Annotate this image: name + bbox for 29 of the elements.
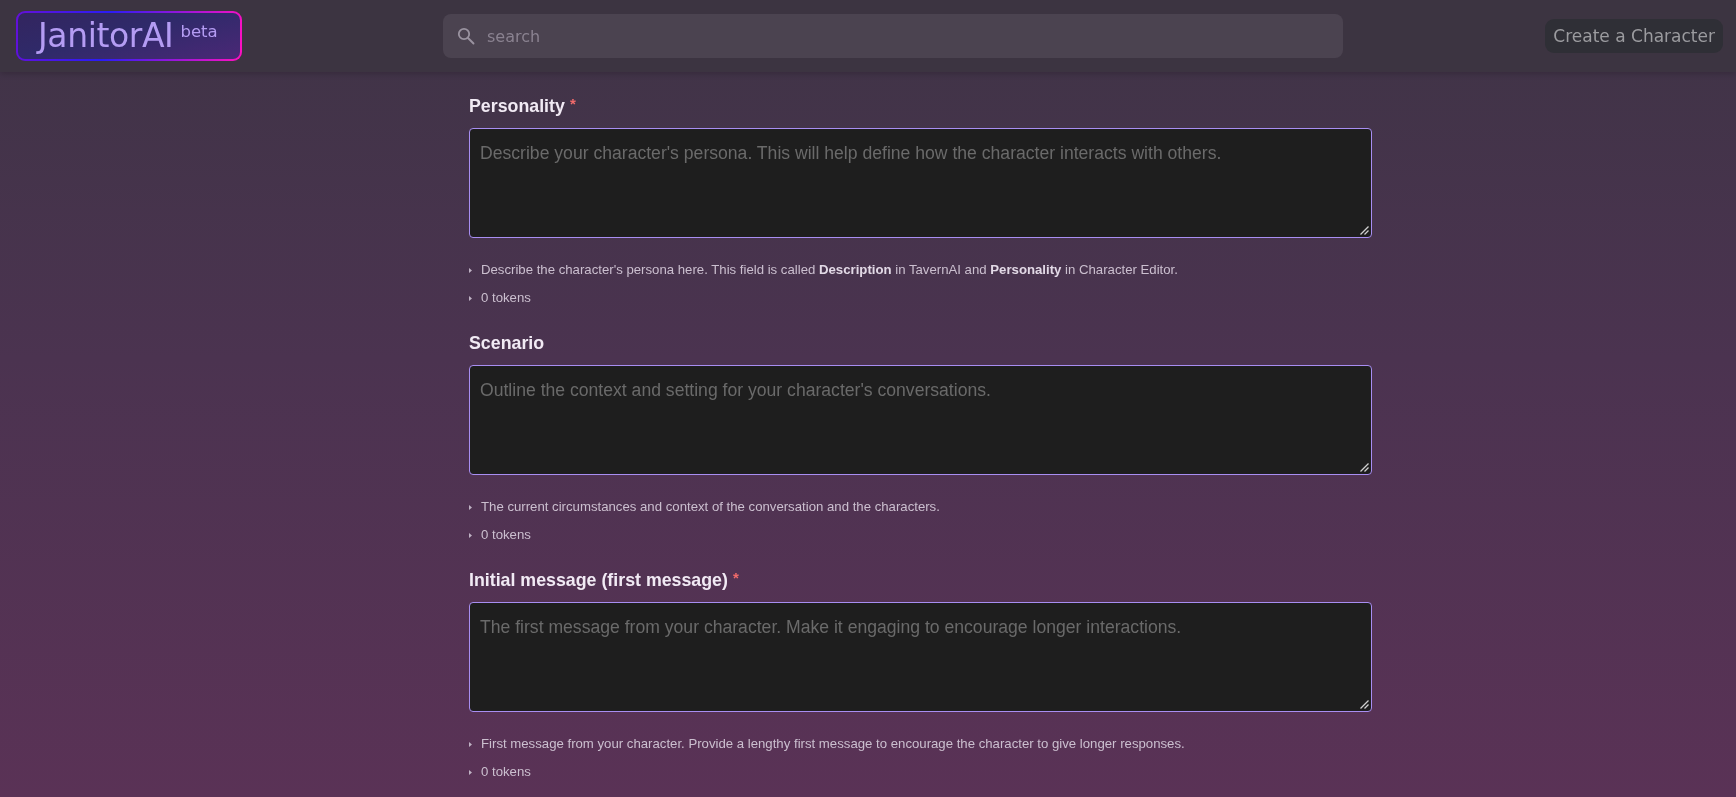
required-asterisk: * <box>569 96 576 112</box>
bullet-icon <box>469 741 472 747</box>
resize-handle-icon[interactable] <box>1360 463 1369 472</box>
field-label: Personality <box>469 96 565 116</box>
bullet-icon <box>469 295 472 301</box>
logo-text: JanitorAI <box>38 15 174 57</box>
text-area-field[interactable]: Outline the context and setting for your character's conversations. <box>469 365 1372 475</box>
bullet-icon <box>469 532 472 538</box>
bullet-icon <box>469 769 472 775</box>
search-field[interactable]: search <box>443 14 1343 58</box>
search-icon <box>457 27 475 45</box>
hint-text: The current circumstances and context of the conversation and the characters. <box>481 498 940 516</box>
hint-text: First message from your character. Provide a lengthy first message to encourage the character to give longer responses. <box>481 735 1185 753</box>
bullet-icon <box>469 267 472 273</box>
hint-text: 0 tokens <box>481 289 531 307</box>
logo[interactable]: JanitorAI beta <box>16 11 242 61</box>
required-asterisk: * <box>732 570 739 586</box>
create-character-button[interactable]: Create a Character <box>1545 19 1723 53</box>
resize-handle-icon[interactable] <box>1360 700 1369 709</box>
text-area-field[interactable]: The first message from your character. Make it engaging to encourage longer interactions. <box>469 602 1372 712</box>
hint-text: Describe the character's persona here. This field is called Description in TavernAI and Personality in Character Editor. <box>481 261 1178 279</box>
text-area-field[interactable]: Describe your character's persona. This will help define how the character interacts with others. <box>469 128 1372 238</box>
bullet-icon <box>469 504 472 510</box>
resize-handle-icon[interactable] <box>1360 226 1369 235</box>
hint-text: 0 tokens <box>481 526 531 544</box>
beta-label: beta <box>180 22 218 41</box>
field-label: Scenario <box>469 333 545 353</box>
field-label: Initial message (first message) <box>469 570 728 590</box>
hint-text: 0 tokens <box>481 763 531 781</box>
